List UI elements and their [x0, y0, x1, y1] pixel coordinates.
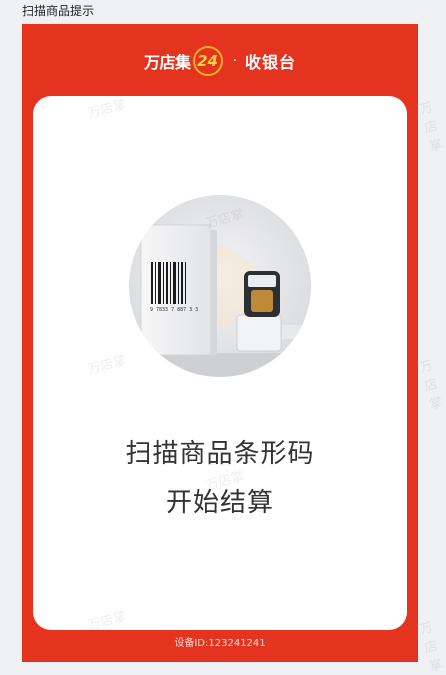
watermark: 万店掌	[86, 97, 128, 122]
watermark: 万店掌	[86, 353, 128, 378]
barcode-digits: 9 7833 7 887 3 3	[150, 307, 198, 313]
watermark: 万店掌	[418, 358, 445, 413]
header-title: 收银台	[244, 53, 296, 72]
watermark: 万店掌	[418, 620, 445, 675]
watermark: 万店掌	[418, 100, 445, 155]
checkout-frame: 万店集 24 · 收银台 9 7833 7 887 3 3 扫描商品条形码 开始…	[22, 24, 418, 662]
header-separator: ·	[232, 53, 237, 69]
brand-logo: 万店集	[144, 53, 191, 72]
brand-number-badge: 24	[192, 46, 223, 76]
scan-instruction-line1: 扫描商品条形码	[125, 439, 315, 469]
page-title: 扫描商品提示	[22, 4, 95, 18]
device-id: 设备ID:123241241	[174, 638, 266, 649]
header: 万店集 24 · 收银台	[22, 44, 418, 78]
watermark: 万店掌	[86, 609, 128, 634]
scan-prompt-card: 9 7833 7 887 3 3 扫描商品条形码 开始结算 万店掌 万店掌 万店…	[33, 96, 407, 634]
